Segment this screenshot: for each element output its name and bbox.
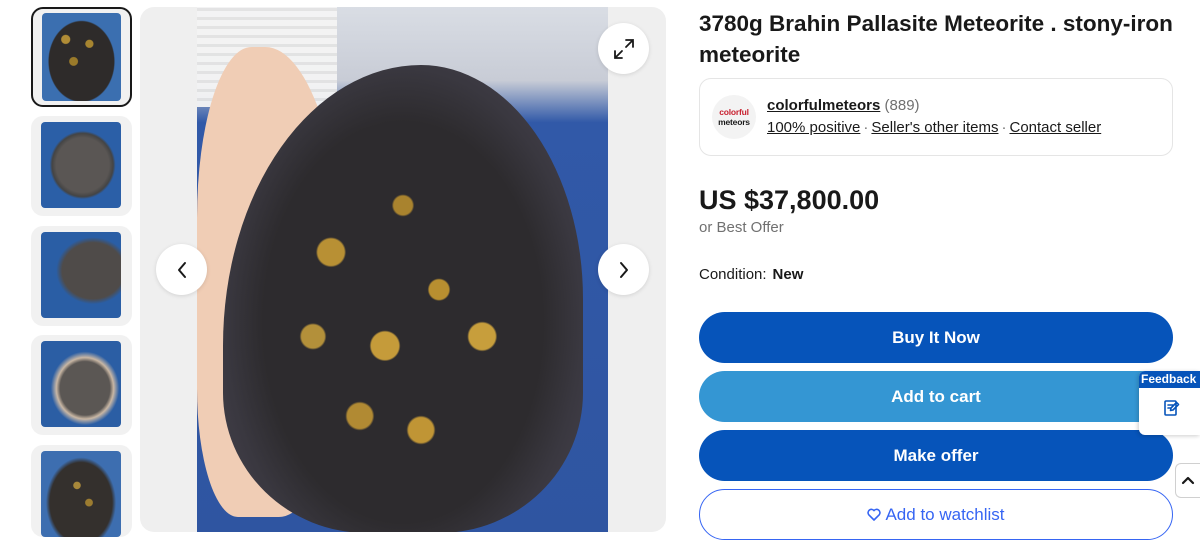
thumbnail-4[interactable] [31,335,132,435]
thumbnail-3[interactable] [31,226,132,326]
listing-title: 3780g Brahin Pallasite Meteorite . stony… [699,11,1173,67]
condition-row: Condition: New [699,266,803,283]
condition-label: Condition: [699,266,767,283]
seller-avatar[interactable]: colorful meteors [712,95,756,139]
add-to-watchlist-label: Add to watchlist [885,504,1005,524]
seller-other-items-link[interactable]: Seller's other items [871,119,998,136]
add-to-cart-label: Add to cart [891,386,981,406]
feedback-tab[interactable]: Feedback [1139,371,1200,435]
buy-it-now-button[interactable]: Buy It Now [699,312,1173,363]
seller-name-link[interactable]: colorfulmeteors [767,97,880,114]
seller-name-row: colorfulmeteors (889) [767,97,920,115]
chevron-left-icon [176,260,188,280]
make-offer-label: Make offer [893,445,979,465]
separator-dot: · [1001,119,1007,136]
previous-image-button[interactable] [156,244,207,295]
thumbnail-image [41,341,121,427]
seller-logo-text-line2: meteors [718,117,750,127]
contact-seller-link[interactable]: Contact seller [1009,119,1101,136]
expand-icon [613,38,635,60]
main-product-image[interactable] [197,7,608,532]
thumbnail-image [42,13,121,101]
seller-feedback-count: (889) [884,97,920,114]
condition-value: New [772,266,804,283]
expand-button[interactable] [598,23,649,74]
seller-links: 100% positive · Seller's other items · Conta… [767,119,1101,137]
separator-dot: · [863,119,869,136]
thumbnail-image [41,451,121,537]
thumbnail-image [41,122,121,208]
seller-card: colorful meteors colorfulmeteors (889) 1… [699,78,1173,156]
thumbnail-2[interactable] [31,116,132,216]
best-offer-text: or Best Offer [699,219,784,236]
chevron-up-icon [1181,472,1195,490]
scroll-to-top-button[interactable] [1175,463,1200,498]
chevron-right-icon [618,260,630,280]
next-image-button[interactable] [598,244,649,295]
positive-feedback-link[interactable]: 100% positive [767,119,860,136]
add-to-cart-button[interactable]: Add to cart [699,371,1173,422]
make-offer-button[interactable]: Make offer [699,430,1173,481]
thumbnail-image [41,232,121,318]
main-image-panel [140,7,666,532]
thumbnail-5[interactable] [31,445,132,537]
add-to-watchlist-button[interactable]: Add to watchlist [699,489,1173,540]
heart-icon [867,508,882,521]
price: US $37,800.00 [699,185,880,215]
edit-note-icon [1164,398,1180,421]
seller-logo-text-line1: colorful [719,107,749,117]
thumbnail-1[interactable] [31,7,132,107]
buy-it-now-label: Buy It Now [892,327,980,347]
feedback-label: Feedback [1139,371,1200,388]
